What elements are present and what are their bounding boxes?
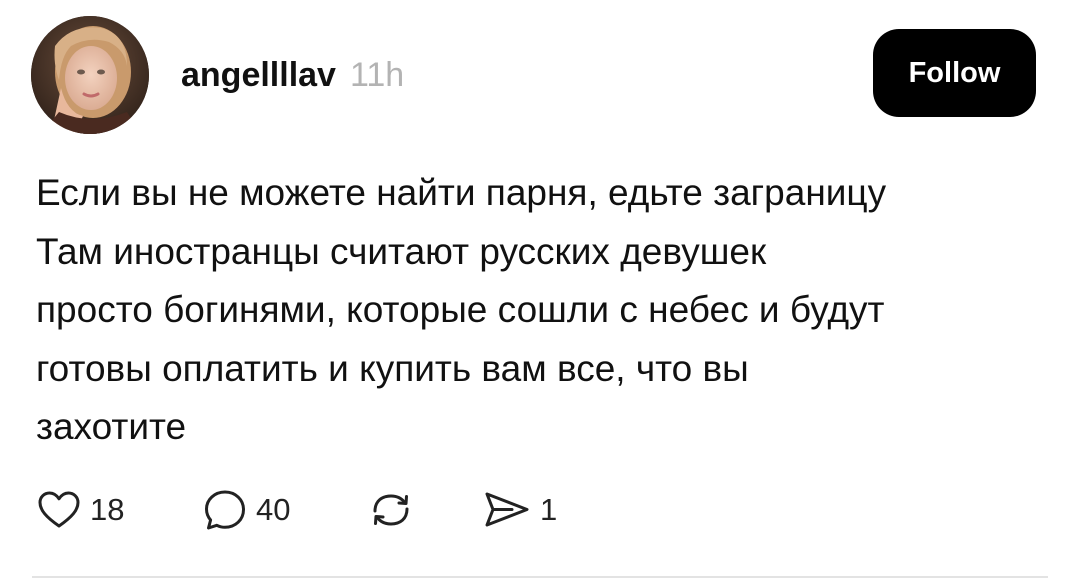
- avatar[interactable]: [31, 16, 149, 134]
- reply-button[interactable]: 40: [202, 487, 290, 533]
- post-text-line: Если вы не можете найти парня, едьте заг…: [36, 172, 887, 213]
- reply-count: 40: [256, 492, 291, 527]
- post-text: Если вы не можете найти парня, едьте заг…: [36, 164, 1026, 457]
- follow-button[interactable]: Follow: [873, 29, 1036, 117]
- username[interactable]: angellllav: [181, 56, 336, 95]
- thread-post: angellllav 11h Follow Если вы не можете …: [0, 0, 1080, 586]
- repost-button[interactable]: [366, 487, 416, 533]
- share-button[interactable]: 1: [482, 487, 557, 533]
- timestamp: 11h: [349, 55, 405, 94]
- send-icon: [485, 492, 529, 527]
- avatar-image: [31, 16, 149, 134]
- post-text-line: захотите: [36, 406, 187, 447]
- like-button[interactable]: 18: [36, 487, 124, 533]
- comment-bubble-icon: [205, 490, 245, 530]
- post-header: angellllav 11h: [181, 52, 404, 98]
- heart-icon: [38, 491, 80, 528]
- post-text-line: готовы оплатить и купить вам все, что вы: [36, 347, 749, 389]
- post-text-line: Там иностранцы считают русских девушек: [36, 230, 767, 272]
- like-count: 18: [90, 492, 125, 527]
- divider: [32, 576, 1048, 578]
- post-text-line: просто богинями, которые сошли с небес и…: [36, 289, 885, 330]
- repost-icon: [373, 494, 409, 526]
- share-count: 1: [540, 492, 558, 527]
